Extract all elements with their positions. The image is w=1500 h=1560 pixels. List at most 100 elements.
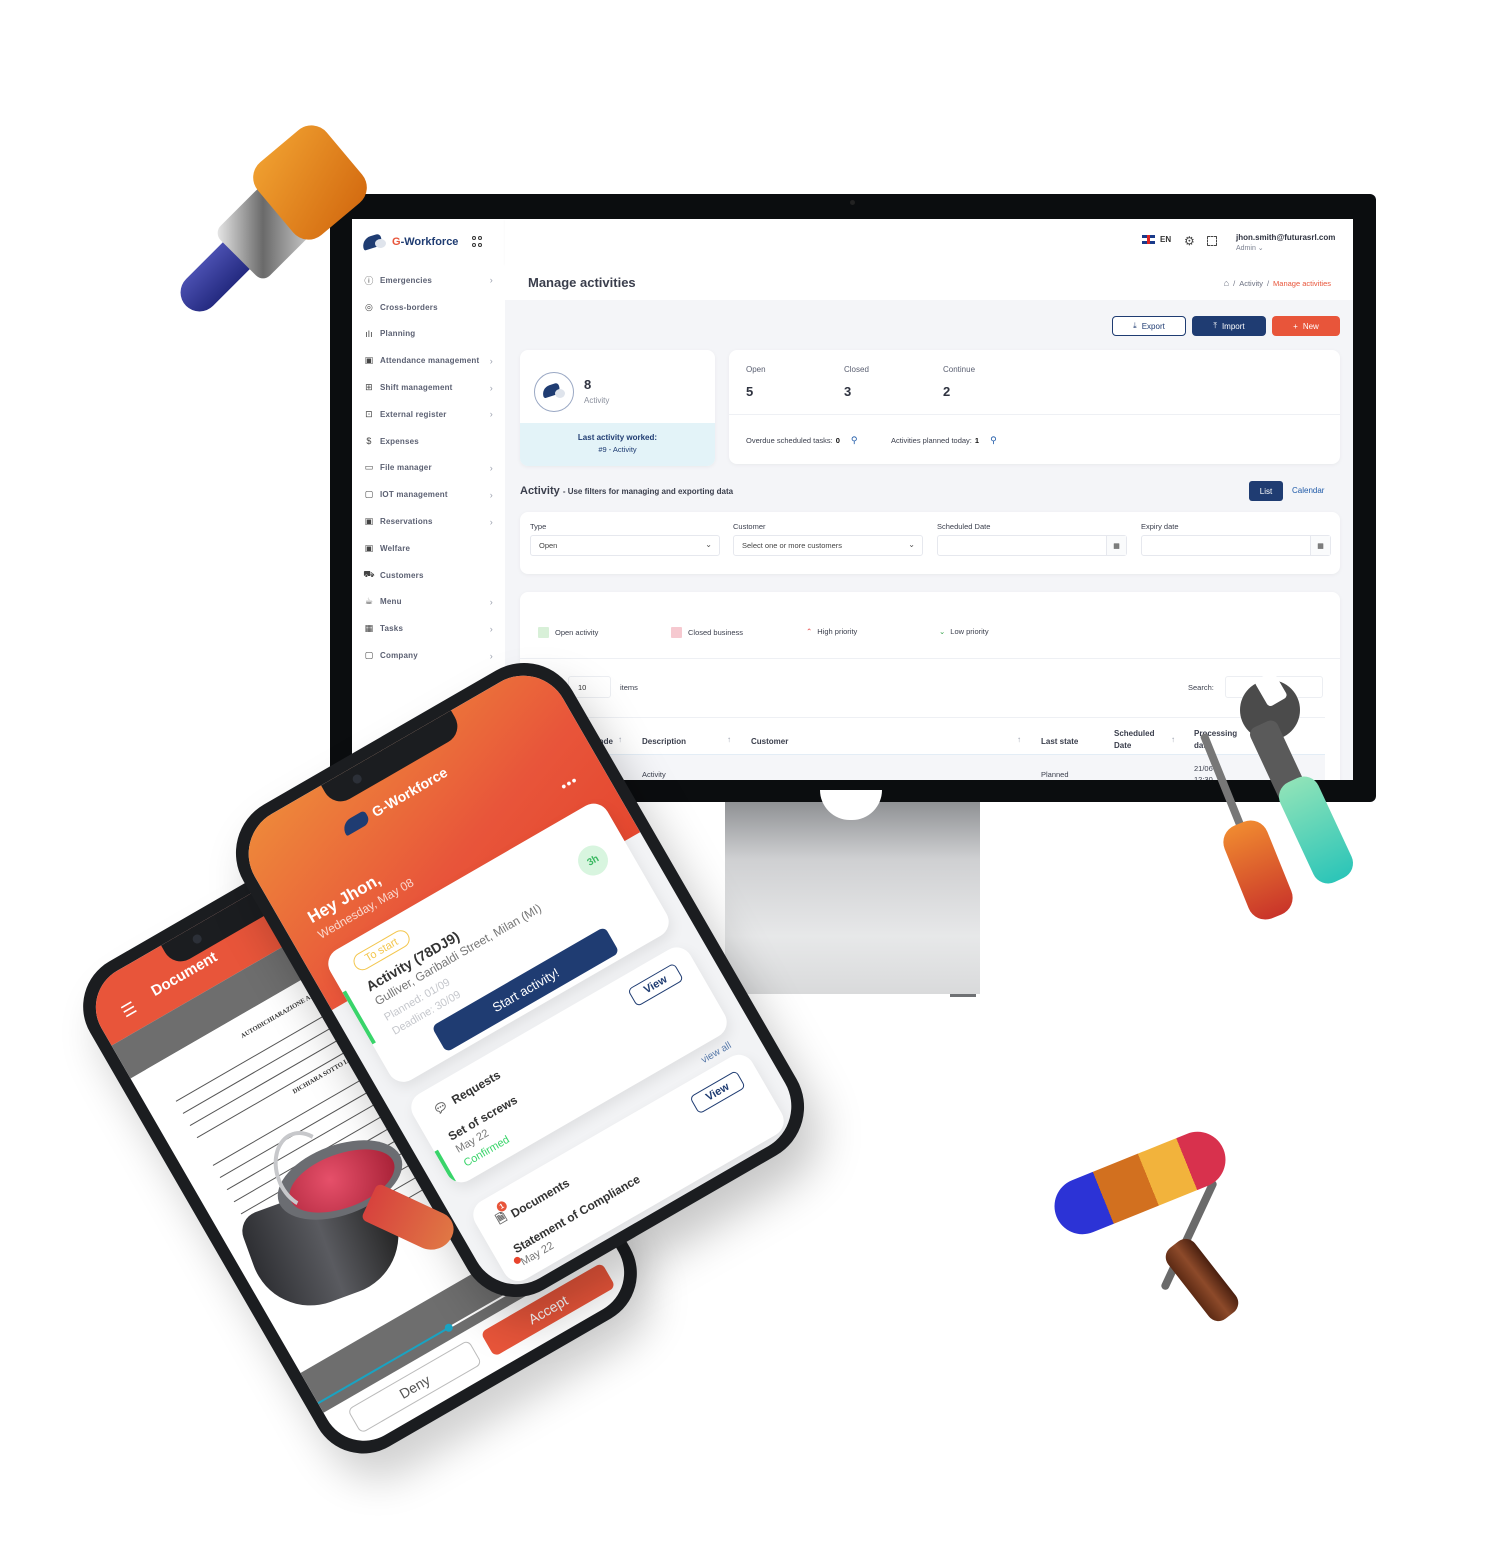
last-activity-panel[interactable]: Last activity worked: #9 - Activity	[520, 423, 715, 466]
topbar: EN ⚙ jhon.smith@futurasrl.com Admin ⌄	[505, 219, 1353, 264]
trello-icon: ▦	[364, 623, 374, 634]
chevron-right-icon: ›	[489, 409, 493, 420]
brand[interactable]: G-Workforce	[352, 219, 505, 264]
sidebar-item-cross-borders[interactable]: ◎ Cross-borders	[352, 294, 505, 321]
sidebar-item-label: Emergencies	[380, 275, 433, 285]
sidebar-item-file-manager[interactable]: ▭ File manager ›	[352, 455, 505, 482]
sort-icon[interactable]: ↑	[1017, 735, 1021, 744]
sidebar-item-emergencies[interactable]: ⓘ Emergencies ›	[352, 267, 505, 294]
monitor-icon: ▢	[364, 650, 374, 661]
sidebar-item-tasks[interactable]: ▦ Tasks ›	[352, 615, 505, 642]
cell-description: Activity	[642, 770, 666, 779]
chevron-right-icon: ›	[489, 623, 493, 634]
cell-last-state: Planned	[1041, 770, 1069, 779]
last-activity-value: #9 - Activity	[598, 445, 637, 454]
open-activity-swatch	[538, 627, 549, 638]
status-bar	[342, 990, 376, 1045]
sidebar-item-attendance-management[interactable]: ▣ Attendance management ›	[352, 347, 505, 374]
sidebar-item-reservations[interactable]: ▣ Reservations ›	[352, 508, 505, 535]
stat-closed: Closed 3	[844, 365, 869, 399]
scheduled-date-filter: Scheduled Date ▦	[937, 522, 1127, 556]
sidebar-item-company[interactable]: ▢ Company ›	[352, 642, 505, 669]
column-customer[interactable]: Customer	[751, 737, 788, 746]
calendar-icon: ▣	[364, 355, 374, 366]
divider	[729, 414, 1340, 415]
arrow-up-icon: ⌃	[806, 627, 813, 636]
paint-brush-illustration	[170, 117, 376, 330]
fullscreen-icon[interactable]	[1207, 236, 1217, 246]
sidebar-item-expenses[interactable]: $ Expenses	[352, 428, 505, 455]
gear-icon[interactable]: ⚙	[1184, 234, 1195, 248]
column-description[interactable]: Description	[642, 737, 686, 746]
export-button[interactable]: ⤓ Export	[1112, 316, 1186, 336]
page-title: Manage activities	[528, 275, 636, 290]
language-selector[interactable]: EN	[1142, 235, 1171, 244]
new-button[interactable]: + New	[1272, 316, 1340, 336]
chevron-right-icon: ›	[489, 355, 493, 366]
activity-logo-icon	[534, 372, 574, 412]
legend-closed-business: Closed business	[671, 627, 743, 638]
tab-calendar[interactable]: Calendar	[1292, 486, 1324, 495]
import-button[interactable]: ⤒ Import	[1192, 316, 1266, 336]
monitor-stand	[725, 802, 980, 994]
section-title: Activity - Use filters for managing and …	[520, 485, 734, 497]
chevron-down-icon: ⌄	[705, 540, 712, 549]
sort-icon[interactable]: ↑	[618, 735, 622, 744]
language-code: EN	[1160, 235, 1172, 244]
page-header: Manage activities ⌂ / Activity / Manage …	[505, 264, 1353, 300]
breadcrumb-activity[interactable]: Activity	[1239, 279, 1263, 288]
brand-logo-icon	[360, 232, 388, 251]
breadcrumb: ⌂ / Activity / Manage activities	[1223, 278, 1331, 288]
truck-icon: ⛟	[363, 569, 375, 580]
activity-summary-card: 8 Activity Last activity worked: #9 - Ac…	[520, 350, 715, 466]
sidebar-item-menu[interactable]: ☕ Menu ›	[352, 589, 505, 616]
sidebar-item-label: Menu	[380, 597, 402, 607]
search-icon[interactable]: ⚲	[851, 435, 858, 446]
paint-roller-illustration	[1045, 1123, 1255, 1326]
column-scheduled-date[interactable]: Scheduled Date	[1114, 728, 1164, 752]
documents-view-button[interactable]: View	[689, 1070, 746, 1115]
sidebar-item-label: Shift management	[380, 383, 453, 393]
calendar-icon[interactable]: ▦	[1106, 536, 1126, 555]
sort-icon[interactable]: ↑	[1171, 735, 1175, 744]
shopping-bag-icon: ▣	[364, 542, 374, 553]
column-last-state[interactable]: Last state	[1041, 737, 1078, 746]
sidebar-item-label: File manager	[380, 463, 432, 473]
user-menu[interactable]: jhon.smith@futurasrl.com Admin ⌄	[1236, 233, 1335, 252]
monitor-icon: ▢	[364, 489, 374, 500]
customer-select[interactable]: Select one or more customers ⌄	[733, 535, 923, 556]
sidebar-item-iot-management[interactable]: ▢ IOT management ›	[352, 481, 505, 508]
search-icon[interactable]: ⚲	[990, 435, 997, 446]
tab-list[interactable]: List	[1249, 481, 1283, 501]
paint-bucket-illustration	[236, 1122, 460, 1323]
more-options-icon[interactable]: •••	[558, 772, 581, 795]
stat-open: Open 5	[746, 365, 766, 399]
activity-label: Activity	[584, 396, 610, 405]
calendar-icon[interactable]: ▦	[1310, 536, 1330, 555]
planned-today: Activities planned today: 1 ⚲	[891, 435, 997, 446]
map-pin-icon: ◎	[364, 301, 374, 312]
home-icon[interactable]: ⌂	[1224, 278, 1229, 288]
sidebar-item-shift-management[interactable]: ⊞ Shift management ›	[352, 374, 505, 401]
scheduled-date-input[interactable]: ▦	[937, 535, 1127, 556]
filters-card: Type Open ⌄ Customer Select one or more …	[520, 512, 1340, 574]
hamburger-menu-icon[interactable]: ☰	[118, 998, 140, 1022]
expiry-date-input[interactable]: ▦	[1141, 535, 1331, 556]
chevron-right-icon: ›	[489, 596, 493, 607]
plus-icon: +	[1293, 321, 1298, 331]
sidebar-item-customers[interactable]: ⛟ Customers	[352, 562, 505, 589]
sidebar-item-label: Reservations	[380, 517, 433, 527]
user-role: Admin ⌄	[1236, 245, 1264, 252]
sidebar-item-label: Attendance management	[380, 356, 480, 366]
type-select[interactable]: Open ⌄	[530, 535, 720, 556]
sidebar-item-external-register[interactable]: ⊡ External register ›	[352, 401, 505, 428]
sidebar-item-welfare[interactable]: ▣ Welfare	[352, 535, 505, 562]
requests-view-button[interactable]: View	[627, 962, 684, 1008]
chevron-right-icon: ›	[489, 462, 493, 473]
sidebar-item-planning[interactable]: ılı Planning	[352, 321, 505, 348]
chevron-right-icon: ›	[489, 382, 493, 393]
sort-icon[interactable]: ↑	[727, 735, 731, 744]
apps-grid-icon[interactable]	[472, 236, 483, 247]
legend-low-priority: ⌄ Low priority	[939, 627, 989, 636]
sidebar-item-label: Customers	[380, 570, 424, 580]
